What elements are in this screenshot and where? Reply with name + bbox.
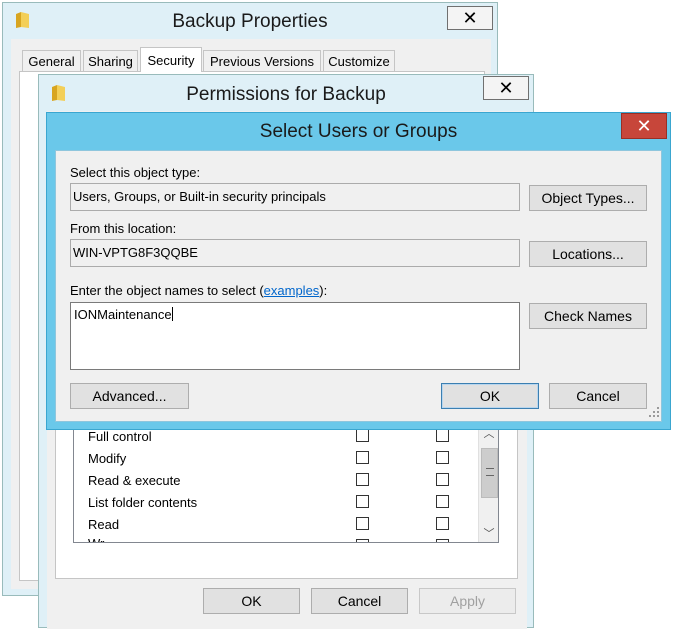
backup-properties-title: Backup Properties: [172, 11, 328, 32]
permissions-apply-button[interactable]: Apply: [419, 588, 516, 614]
permission-full-control: Full control: [88, 429, 152, 444]
permission-modify: Modify: [88, 451, 127, 466]
grip-icon: [486, 468, 494, 476]
list-folder-allow-checkbox[interactable]: [356, 495, 369, 508]
locations-button[interactable]: Locations...: [529, 241, 647, 267]
write-allow-checkbox[interactable]: [356, 539, 369, 542]
backup-properties-titlebar: Backup Properties ✕: [3, 3, 497, 35]
check-names-button[interactable]: Check Names: [529, 303, 647, 329]
read-execute-deny-checkbox[interactable]: [436, 473, 449, 486]
object-names-input[interactable]: IONMaintenance: [70, 302, 520, 370]
object-names-value: IONMaintenance: [74, 307, 172, 322]
close-icon: ✕: [636, 115, 652, 136]
tab-security[interactable]: Security: [140, 47, 202, 72]
full-control-allow-checkbox[interactable]: [356, 429, 369, 442]
advanced-button[interactable]: Advanced...: [70, 383, 189, 409]
backup-properties-close-button[interactable]: ✕: [447, 6, 493, 30]
object-types-button[interactable]: Object Types...: [529, 185, 647, 211]
examples-link[interactable]: examples: [264, 283, 320, 298]
permission-read-execute: Read & execute: [88, 473, 181, 488]
read-execute-allow-checkbox[interactable]: [356, 473, 369, 486]
permissions-ok-button[interactable]: OK: [203, 588, 300, 614]
read-deny-checkbox[interactable]: [436, 517, 449, 530]
permissions-close-button[interactable]: ✕: [483, 76, 529, 100]
permission-row-clip: Wr: [73, 536, 477, 542]
tab-general[interactable]: General: [22, 50, 81, 72]
resize-grip-icon[interactable]: [648, 406, 660, 418]
read-allow-checkbox[interactable]: [356, 517, 369, 530]
select-users-close-button[interactable]: ✕: [621, 113, 667, 139]
permissions-titlebar: Permissions for Backup ✕: [39, 75, 533, 107]
object-names-label-suffix: ):: [319, 283, 328, 298]
list-folder-deny-checkbox[interactable]: [436, 495, 449, 508]
select-users-cancel-button[interactable]: Cancel: [549, 383, 647, 409]
full-control-deny-checkbox[interactable]: [436, 429, 449, 442]
close-icon: ✕: [498, 77, 514, 98]
object-type-label: Select this object type:: [70, 165, 201, 180]
select-users-ok-button[interactable]: OK: [441, 383, 539, 409]
tab-previous-versions[interactable]: Previous Versions: [203, 50, 321, 72]
tab-sharing[interactable]: Sharing: [83, 50, 138, 72]
scroll-thumb[interactable]: [481, 448, 498, 498]
scroll-down-arrow-icon[interactable]: ﹀: [479, 526, 499, 542]
write-deny-checkbox[interactable]: [436, 539, 449, 542]
permission-write: Wr: [88, 536, 104, 542]
text-cursor: [171, 307, 173, 321]
object-names-label: Enter the object names to select (exampl…: [70, 283, 327, 298]
select-users-titlebar: Select Users or Groups ✕: [47, 113, 670, 145]
permissions-title: Permissions for Backup: [186, 84, 386, 105]
modify-deny-checkbox[interactable]: [436, 451, 449, 464]
close-icon: ✕: [462, 7, 478, 28]
permissions-cancel-button[interactable]: Cancel: [311, 588, 408, 614]
object-names-label-prefix: Enter the object names to select (: [70, 283, 264, 298]
permission-read: Read: [88, 517, 120, 532]
location-field: WIN-VPTG8F3QQBE: [70, 239, 520, 267]
object-type-field: Users, Groups, or Built-in security prin…: [70, 183, 520, 211]
select-users-title: Select Users or Groups: [259, 121, 458, 142]
tab-customize[interactable]: Customize: [323, 50, 395, 72]
permission-list-scrollbar[interactable]: ︿ ﹀: [478, 426, 498, 542]
location-label: From this location:: [70, 221, 177, 236]
modify-allow-checkbox[interactable]: [356, 451, 369, 464]
permission-list-folder-contents: List folder contents: [88, 495, 198, 510]
